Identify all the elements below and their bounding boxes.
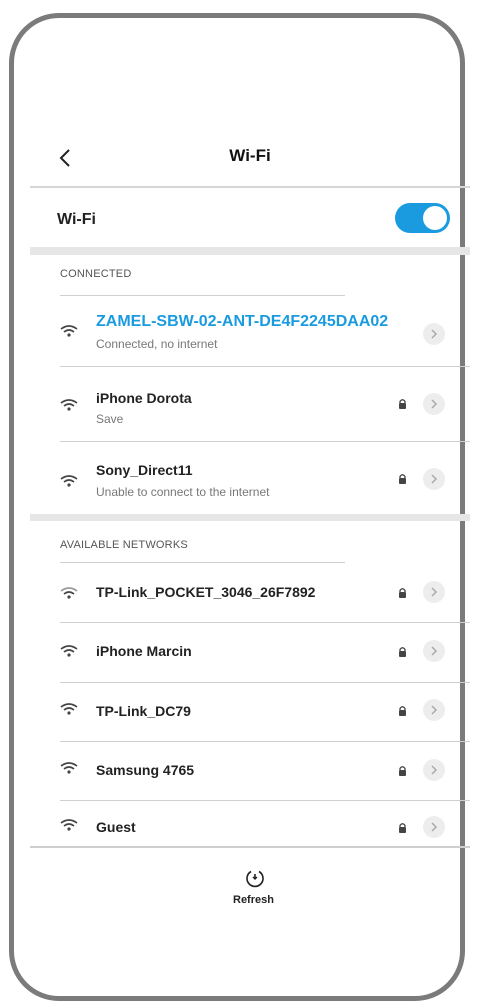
network-status: Unable to connect to the internet (96, 485, 270, 499)
header-divider (30, 186, 470, 188)
network-details-button[interactable] (423, 759, 445, 781)
network-row-iphone-marcin[interactable]: iPhone Marcin (30, 640, 470, 680)
row-divider (60, 366, 470, 367)
wifi-signal-icon (60, 645, 78, 657)
wifi-toggle[interactable] (395, 203, 450, 233)
network-name: iPhone Dorota (96, 390, 192, 406)
wifi-signal-icon (60, 819, 78, 831)
chevron-right-icon (431, 765, 438, 775)
network-details-button[interactable] (423, 816, 445, 838)
network-details-button[interactable] (423, 393, 445, 415)
chevron-right-icon (431, 329, 438, 339)
network-row-tplink-pocket[interactable]: TP-Link_POCKET_3046_26F7892 (30, 580, 470, 620)
chevron-right-icon (431, 705, 438, 715)
chevron-right-icon (431, 474, 438, 484)
network-details-button[interactable] (423, 581, 445, 603)
lock-icon (399, 706, 406, 716)
lock-icon (399, 823, 406, 833)
network-status: Save (96, 412, 124, 426)
network-row-guest[interactable]: Guest (30, 816, 470, 846)
list-bottom-divider (30, 846, 470, 848)
connected-section-label: CONNECTED (60, 268, 132, 280)
wifi-signal-icon (60, 587, 78, 599)
wifi-toggle-label: Wi-Fi (57, 211, 96, 228)
chevron-right-icon (431, 822, 438, 832)
lock-icon (399, 474, 406, 484)
network-name: Sony_Direct11 (96, 462, 193, 478)
available-section-label: AVAILABLE NETWORKS (60, 539, 188, 551)
network-status: Connected, no internet (96, 337, 218, 351)
lock-icon (399, 588, 406, 598)
row-divider (60, 682, 470, 683)
network-details-button[interactable] (423, 640, 445, 662)
lock-icon (399, 399, 406, 409)
chevron-right-icon (431, 399, 438, 409)
lock-icon (399, 766, 406, 776)
wifi-signal-icon (60, 475, 78, 487)
wifi-signal-icon (60, 703, 78, 715)
section-band (30, 514, 470, 521)
section-underline (60, 562, 345, 563)
network-row-connected[interactable]: ZAMEL-SBW-02-ANT-DE4F2245DAA02 Connected… (30, 310, 470, 366)
network-name: TP-Link_POCKET_3046_26F7892 (96, 584, 316, 600)
row-divider (60, 800, 470, 801)
network-row-tplink-dc79[interactable]: TP-Link_DC79 (30, 699, 470, 740)
chevron-right-icon (431, 646, 438, 656)
network-name: Guest (96, 819, 136, 835)
network-name: Samsung 4765 (96, 762, 195, 778)
wifi-signal-icon (60, 762, 78, 774)
chevron-right-icon (431, 587, 438, 597)
network-row-sony-direct[interactable]: Sony_Direct11 Unable to connect to the i… (30, 460, 470, 514)
network-name: TP-Link_DC79 (96, 703, 191, 719)
row-divider (60, 441, 470, 442)
row-divider (60, 622, 470, 623)
network-row-samsung[interactable]: Samsung 4765 (30, 759, 470, 799)
network-details-button[interactable] (423, 699, 445, 721)
section-band (30, 247, 470, 255)
refresh-icon[interactable] (245, 868, 265, 888)
network-name: ZAMEL-SBW-02-ANT-DE4F2245DAA02 (96, 313, 389, 330)
page-title: Wi-Fi (229, 146, 271, 165)
section-underline (60, 295, 345, 296)
wifi-signal-icon (60, 399, 78, 411)
row-divider (60, 741, 470, 742)
lock-icon (399, 647, 406, 657)
wifi-signal-icon (60, 325, 78, 337)
network-details-button[interactable] (423, 323, 445, 345)
refresh-button-label[interactable]: Refresh (233, 894, 274, 906)
network-details-button[interactable] (423, 468, 445, 490)
network-name: iPhone Marcin (96, 643, 192, 659)
network-row-iphone-dorota[interactable]: iPhone Dorota Save (30, 388, 470, 440)
